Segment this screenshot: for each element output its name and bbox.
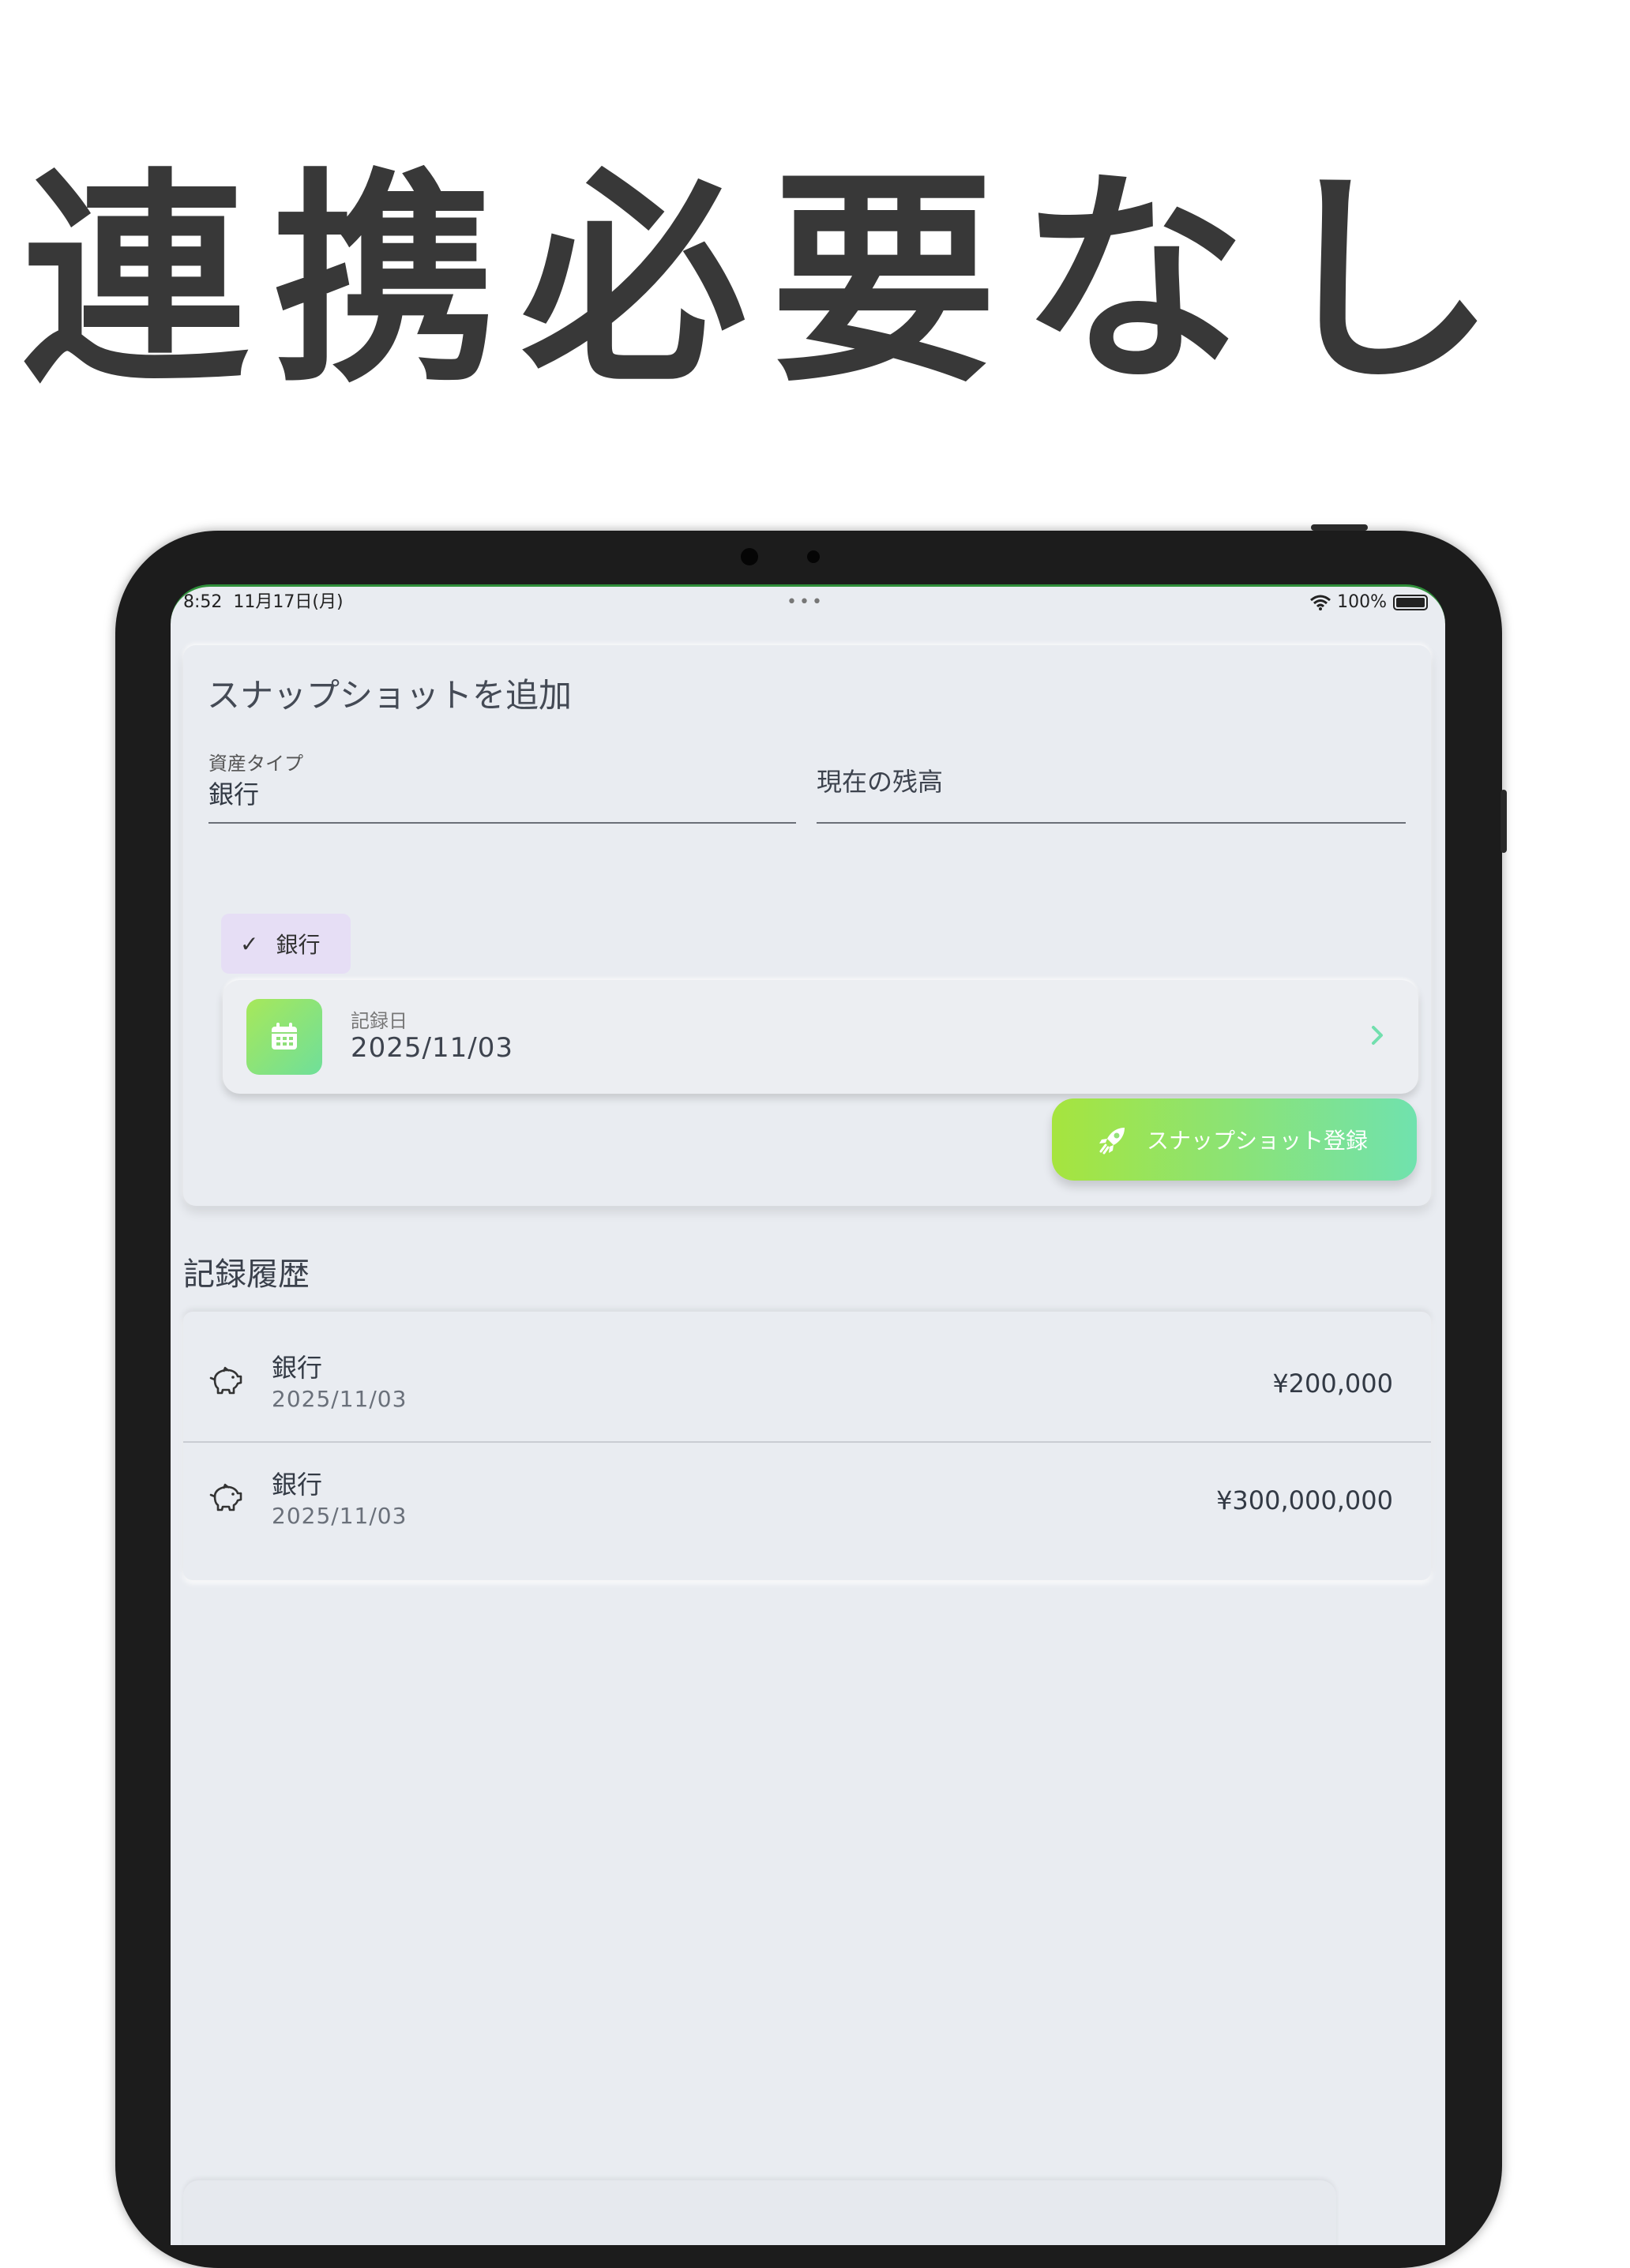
date-label: 記録日 bbox=[351, 1010, 408, 1032]
date-value: 2025/11/03 bbox=[351, 1032, 513, 1064]
app-screen: 8:52 11月17日(月) ••• 100% スナップショットを追加 資産タイ… bbox=[171, 584, 1445, 2245]
sensor-dot bbox=[807, 550, 820, 563]
item-amount: ¥300,000,000 bbox=[1216, 1485, 1393, 1515]
register-snapshot-label: スナップショット登録 bbox=[1147, 1128, 1369, 1154]
register-snapshot-button[interactable]: スナップショット登録 bbox=[1052, 1098, 1417, 1181]
rocket-icon bbox=[1099, 1128, 1125, 1155]
asset-type-select[interactable]: 銀行 bbox=[208, 775, 259, 811]
calendar-tile bbox=[246, 999, 322, 1075]
volume-button bbox=[1500, 790, 1507, 853]
wifi-icon bbox=[1310, 595, 1331, 610]
balance-underline bbox=[817, 822, 1406, 824]
headline: 連携必要なし bbox=[22, 148, 1519, 413]
asset-type-label: 資産タイプ bbox=[208, 753, 303, 775]
card-title: スナップショットを追加 bbox=[207, 676, 573, 715]
piggy-bank-icon bbox=[209, 1366, 242, 1395]
item-date: 2025/11/03 bbox=[272, 1503, 408, 1529]
asset-type-chip[interactable]: ✓ 銀行 bbox=[221, 914, 351, 974]
bottom-card bbox=[183, 2180, 1336, 2245]
history-title: 記録履歴 bbox=[183, 1256, 310, 1293]
camera-dot bbox=[741, 548, 758, 565]
list-item[interactable]: 銀行 2025/11/03 ¥200,000 bbox=[183, 1326, 1431, 1441]
calendar-icon bbox=[272, 1023, 297, 1050]
top-button bbox=[1311, 524, 1368, 531]
history-list: 銀行 2025/11/03 ¥200,000 銀行 2025/11/03 ¥30… bbox=[183, 1312, 1431, 1580]
battery-icon bbox=[1393, 595, 1428, 610]
date-picker-field[interactable]: 記録日 2025/11/03 bbox=[223, 980, 1418, 1094]
status-date: 11月17日(月) bbox=[233, 592, 344, 612]
chip-label: 銀行 bbox=[276, 932, 321, 958]
asset-type-underline bbox=[208, 822, 796, 824]
chevron-right-icon bbox=[1372, 1026, 1383, 1045]
item-date: 2025/11/03 bbox=[272, 1386, 408, 1412]
item-name: 銀行 bbox=[272, 1470, 323, 1500]
multitask-dots[interactable]: ••• bbox=[787, 587, 824, 618]
battery-percent: 100% bbox=[1337, 592, 1387, 612]
status-bar: 8:52 11月17日(月) ••• 100% bbox=[171, 587, 1445, 618]
status-right: 100% bbox=[1310, 587, 1428, 618]
status-time: 8:52 11月17日(月) bbox=[183, 592, 344, 612]
piggy-bank-icon bbox=[209, 1483, 242, 1511]
list-item[interactable]: 銀行 2025/11/03 ¥300,000,000 bbox=[183, 1443, 1431, 1558]
check-icon: ✓ bbox=[240, 930, 259, 957]
item-name: 銀行 bbox=[272, 1353, 323, 1383]
add-snapshot-card: スナップショットを追加 資産タイプ 銀行 現在の残高 ✓ 銀行 記録日 2025… bbox=[183, 645, 1431, 1206]
balance-input[interactable]: 現在の残高 bbox=[817, 762, 943, 798]
item-amount: ¥200,000 bbox=[1272, 1369, 1393, 1399]
